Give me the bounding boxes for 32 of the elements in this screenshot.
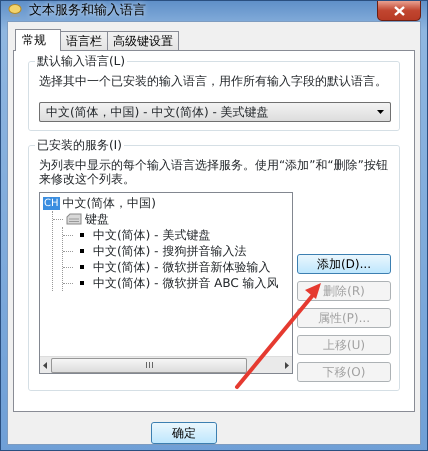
dropdown-arrow-icon [377,110,384,114]
tree-item[interactable]: 键盘 [85,211,109,227]
description: 选择其中一个已安装的输入语言，用作所有输入字段的默认语言。 [39,74,388,88]
tree-item[interactable]: 中文(简体) - 美式键盘 [93,227,210,243]
tree-item[interactable]: 中文(简体) - 微软拼音新体验输入 [93,259,270,275]
service-button[interactable]: 添加(D)... [297,254,391,274]
app-icon [7,3,23,19]
tree-item[interactable]: 中文(简体，中国) [62,195,156,211]
bullet-icon [80,233,84,237]
scrollbar-thumb[interactable] [51,358,247,372]
tree-item[interactable]: 中文(简体) - 微软拼音 ABC 输入风 [93,275,279,291]
close-icon [394,6,404,16]
tab[interactable]: 语言栏 [60,31,108,50]
tree-item[interactable]: 中文(简体) - 搜狗拼音输入法 [93,243,246,259]
window-title: 文本服务和输入语言 [29,2,146,20]
bullet-icon [80,265,84,269]
language-dropdown[interactable]: 中文(简体，中国) - 中文(简体) - 美式键盘 [39,102,391,122]
description: 为列表中显示的每个输入语言选择服务。使用“添加”和“删除”按钮来修改这个列表。 [39,158,389,186]
group-legend: 默认输入语言(L) [35,54,128,68]
close-button[interactable] [377,1,421,21]
grip-icon [146,362,152,368]
ok-button[interactable]: 确定 [151,422,217,444]
group-legend: 已安装的服务(I) [35,138,124,152]
bullet-icon [80,249,84,253]
tab[interactable]: 常规 [15,29,61,51]
scroll-left-icon [43,362,47,368]
bullet-icon [80,281,84,285]
keyboard-icon [66,213,82,225]
horizontal-scrollbar[interactable] [40,356,292,373]
tab[interactable]: 高级键设置 [107,31,179,50]
scroll-right-icon [285,362,289,368]
language-badge: CH [43,196,60,210]
